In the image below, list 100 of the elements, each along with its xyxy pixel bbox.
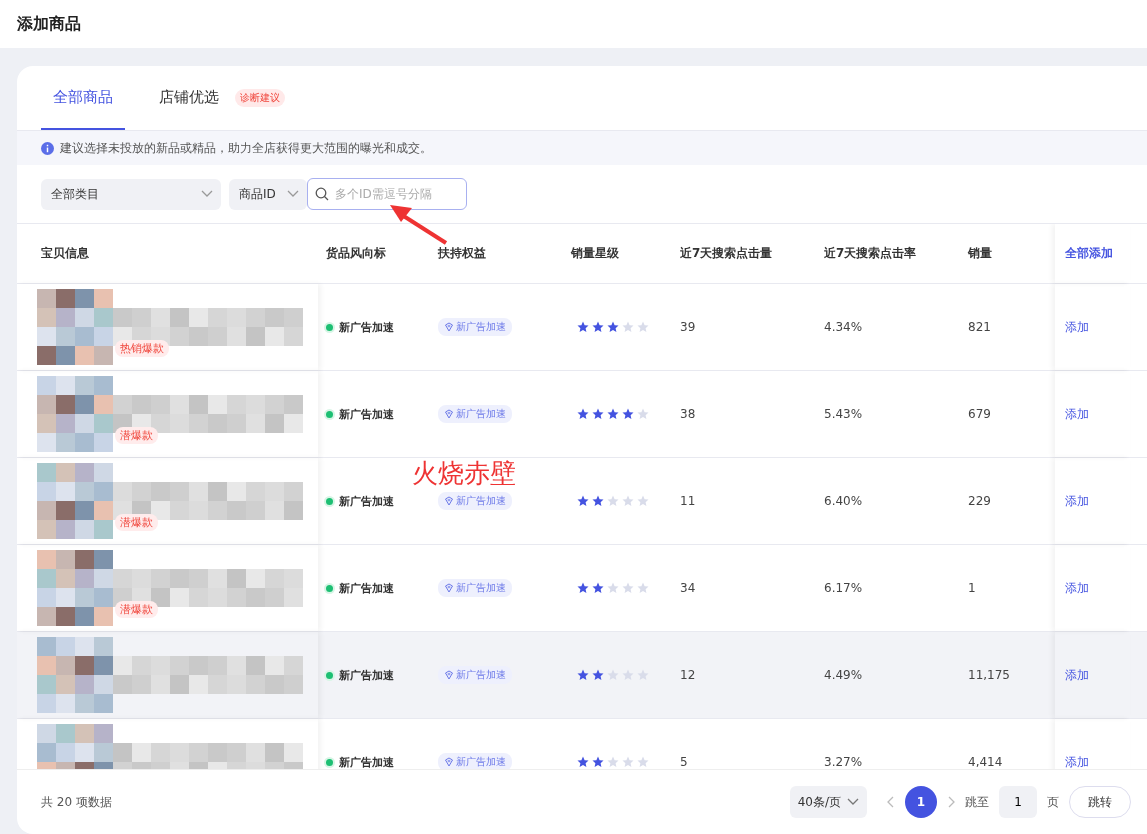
shield-icon — [444, 496, 454, 506]
product-tag: 潜爆款 — [115, 427, 158, 444]
status-dot — [326, 323, 333, 331]
search-field[interactable]: 多个ID需逗号分隔 — [307, 178, 467, 210]
add-link[interactable]: 添加 — [1065, 753, 1089, 769]
product-tag: 热销爆款 — [115, 340, 169, 357]
star-icon — [592, 582, 604, 594]
add-link[interactable]: 添加 — [1065, 318, 1089, 336]
star-icon — [607, 408, 619, 420]
page-title: 添加商品 — [17, 13, 81, 35]
column-header: 销量星级 — [570, 245, 620, 262]
chevron-down-icon — [287, 190, 299, 198]
page-input[interactable]: 1 — [999, 786, 1037, 818]
table-cell: 新广告加速 — [339, 493, 394, 509]
star-icon — [577, 582, 589, 594]
table-cell: 5 — [680, 755, 688, 769]
annotation-arrow — [388, 203, 448, 245]
benefit-tag: 新广告加速 — [438, 405, 512, 423]
chevron-right-icon[interactable] — [947, 796, 955, 808]
status-dot — [326, 671, 333, 679]
star-icon — [607, 669, 619, 681]
table-cell: 821 — [968, 320, 991, 334]
add-link[interactable]: 添加 — [1065, 579, 1089, 597]
table-cell: 新广告加速 — [339, 754, 394, 769]
table-cell: 新广告加速 — [339, 319, 394, 335]
chevron-down-icon — [201, 190, 213, 198]
status-dot — [326, 497, 333, 505]
star-icon — [577, 756, 589, 768]
shield-icon — [444, 583, 454, 593]
id-type-select[interactable]: 商品ID — [229, 178, 307, 210]
status-dot — [326, 758, 333, 766]
star-icon — [577, 321, 589, 333]
star-icon — [607, 582, 619, 594]
table-cell: 新广告加速 — [339, 667, 394, 683]
benefit-tag: 新广告加速 — [438, 318, 512, 336]
star-icon — [577, 408, 589, 420]
status-dot — [326, 410, 333, 418]
shield-icon — [444, 322, 454, 332]
table-cell: 4.49% — [824, 668, 863, 682]
star-icon — [592, 408, 604, 420]
shield-icon — [444, 670, 454, 680]
table-cell: 1 — [968, 581, 976, 595]
star-icon — [607, 756, 619, 768]
table-cell: 5.43% — [824, 407, 863, 421]
star-icon — [622, 669, 634, 681]
chevron-down-icon — [847, 798, 859, 806]
star-icon — [622, 321, 634, 333]
shield-icon — [444, 409, 454, 419]
column-header: 销量 — [967, 245, 993, 262]
add-link[interactable]: 添加 — [1065, 405, 1089, 423]
status-dot — [326, 584, 333, 592]
page-size-select[interactable]: 40条/页 — [789, 786, 867, 818]
product-tag: 潜爆款 — [115, 601, 158, 618]
table-cell: 38 — [680, 407, 696, 421]
star-icon — [592, 495, 604, 507]
star-icon — [577, 495, 589, 507]
add-link[interactable]: 添加 — [1065, 666, 1089, 684]
column-header: 宝贝信息 — [40, 245, 90, 262]
info-icon — [41, 141, 54, 155]
star-icon — [622, 582, 634, 594]
star-icon — [592, 321, 604, 333]
tab[interactable]: 店铺优选 — [147, 66, 231, 130]
table-cell: 679 — [968, 407, 991, 421]
column-header: 扶持权益 — [437, 245, 487, 262]
star-icon — [637, 495, 649, 507]
star-icon — [607, 495, 619, 507]
table-cell: 11,175 — [968, 668, 1010, 682]
chevron-left-icon[interactable] — [887, 796, 895, 808]
table-cell: 6.17% — [824, 581, 863, 595]
star-icon — [637, 321, 649, 333]
table-cell: 34 — [680, 581, 696, 595]
add-all-link[interactable]: 全部添加 — [1065, 245, 1113, 262]
jump-button[interactable]: 跳转 — [1069, 786, 1131, 818]
star-icon — [592, 756, 604, 768]
table-cell: 4,414 — [968, 755, 1003, 769]
benefit-tag: 新广告加速 — [438, 579, 512, 597]
star-icon — [577, 669, 589, 681]
column-header: 货品风向标 — [325, 245, 387, 262]
star-icon — [637, 408, 649, 420]
star-icon — [637, 756, 649, 768]
notice-text: 建议选择未投放的新品或精品，助力全店获得更大范围的曝光和成交。 — [60, 139, 432, 157]
search-icon — [315, 187, 329, 201]
table-cell: 新广告加速 — [339, 580, 394, 596]
benefit-tag: 新广告加速 — [438, 492, 512, 510]
page-button[interactable]: 1 — [905, 786, 937, 818]
add-link[interactable]: 添加 — [1065, 492, 1089, 510]
star-icon — [607, 321, 619, 333]
column-header: 近7天搜索点击率 — [823, 245, 918, 262]
table-cell: 11 — [680, 494, 696, 508]
table-cell: 12 — [680, 668, 696, 682]
star-icon — [637, 669, 649, 681]
star-icon — [637, 582, 649, 594]
product-tag: 潜爆款 — [115, 514, 158, 531]
category-select[interactable]: 全部类目 — [41, 178, 221, 210]
table-cell: 229 — [968, 494, 991, 508]
total-count: 共 20 项数据 — [41, 793, 112, 811]
table-cell: 39 — [680, 320, 696, 334]
benefit-tag: 新广告加速 — [438, 666, 512, 684]
table-cell: 4.34% — [824, 320, 863, 334]
annotation-text: 火烧赤壁 — [412, 457, 516, 490]
